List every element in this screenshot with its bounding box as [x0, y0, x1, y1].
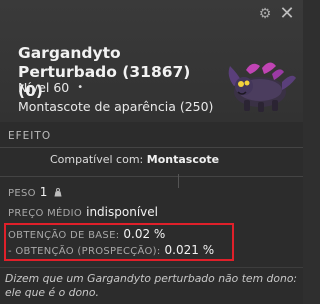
effect-title: EFEITO — [8, 130, 52, 142]
price-stat: PREÇO MÉDIO indisponível — [8, 205, 158, 219]
divider — [0, 176, 303, 177]
item-type: Montascote de aparência (250) — [18, 99, 214, 114]
divider — [0, 147, 303, 148]
highlight-box — [4, 223, 234, 261]
effect-prefix: Compatível com: — [50, 153, 144, 166]
creature-image — [228, 62, 296, 112]
level-label: Nível 60 — [18, 80, 70, 95]
gear-icon[interactable]: ⚙ — [258, 7, 272, 21]
effect-row: Compatível com: Montascote — [0, 151, 303, 171]
vertical-divider — [178, 174, 179, 188]
close-icon[interactable]: ✕ — [279, 5, 295, 23]
effect-section-header: EFEITO — [0, 128, 303, 146]
price-label: PREÇO MÉDIO — [8, 208, 83, 219]
item-tooltip: ⚙ ✕ Gargandyto Perturbado (31867) (0) Ní… — [0, 0, 303, 304]
tooltip-header: ⚙ ✕ Gargandyto Perturbado (31867) (0) Ní… — [0, 0, 303, 122]
effect-text: Compatível com: Montascote — [50, 153, 219, 166]
level-marker: • — [77, 82, 84, 93]
divider — [0, 267, 303, 268]
price-value: indisponível — [86, 205, 158, 219]
level-line: Nível 60 • — [18, 80, 83, 95]
weight-icon — [54, 188, 62, 197]
weight-stat: PESO 1 — [8, 185, 63, 199]
weight-label: PESO — [8, 188, 36, 199]
flavor-text: Dizem que um Gargandyto perturbado não t… — [5, 272, 298, 299]
effect-target: Montascote — [146, 153, 220, 166]
weight-value: 1 — [39, 185, 48, 199]
